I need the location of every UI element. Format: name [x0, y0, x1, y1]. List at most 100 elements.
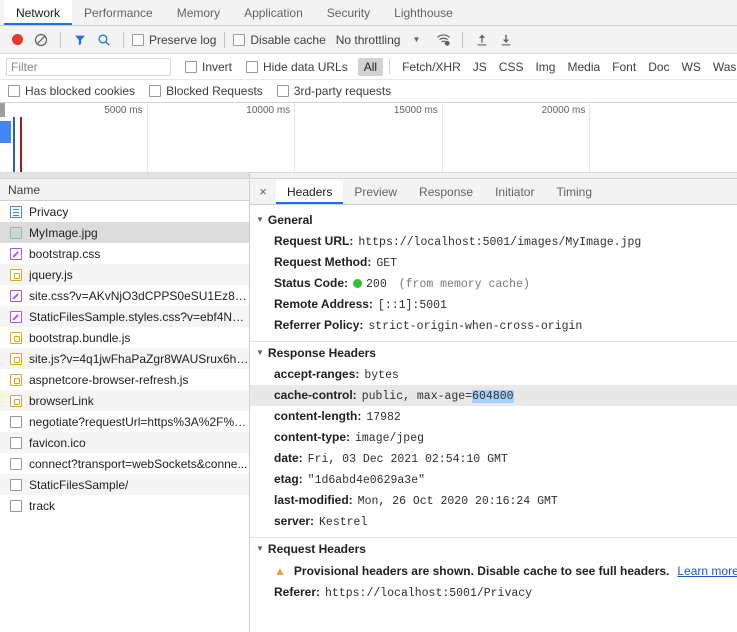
type-filter-all[interactable]: All [357, 57, 384, 76]
network-overview-timeline[interactable]: 5000 ms 10000 ms 15000 ms 20000 ms [0, 103, 737, 179]
disable-cache-checkbox[interactable]: Disable cache [233, 33, 326, 47]
chevron-down-icon[interactable]: ▼ [412, 35, 420, 44]
request-row-staticfilessample-styles-css[interactable]: StaticFilesSample.styles.css?v=ebf4NvV..… [0, 306, 249, 327]
request-row-negotiate[interactable]: negotiate?requestUrl=https%3A%2F%2... [0, 411, 249, 432]
tab-timing-label: Timing [556, 184, 593, 199]
type-filter-ws[interactable]: WS [676, 58, 707, 76]
request-name: aspnetcore-browser-refresh.js [29, 372, 189, 387]
preserve-log-label: Preserve log [149, 32, 217, 47]
invert-label: Invert [202, 59, 233, 74]
blocked-requests-label: Blocked Requests [166, 84, 263, 98]
tab-security[interactable]: Security [315, 0, 382, 25]
header-row-etag: etag: "1d6abd4e0629a3e" [250, 469, 737, 490]
overview-scrollbar-thumb[interactable] [0, 173, 250, 178]
type-filter-wasm[interactable]: Wasm [707, 58, 737, 76]
request-name: jquery.js [29, 267, 73, 282]
section-response-headers[interactable]: ▼ Response Headers [250, 342, 737, 364]
request-list-pane: Name Privacy MyImage.jpg bootstrap.css j… [0, 179, 250, 632]
type-filter-fetch-xhr[interactable]: Fetch/XHR [396, 58, 467, 76]
tab-network[interactable]: Network [4, 0, 73, 25]
request-name: StaticFilesSample/ [29, 477, 129, 492]
overview-scrollbar[interactable] [0, 172, 737, 178]
request-row-site-js[interactable]: site.js?v=4q1jwFhaPaZgr8WAUSrux6hA... [0, 348, 249, 369]
header-key: accept-ranges: [274, 367, 360, 381]
script-icon [10, 331, 22, 344]
header-row-accept-ranges: accept-ranges: bytes [250, 364, 737, 385]
request-name: bootstrap.css [29, 246, 101, 261]
type-filter-doc[interactable]: Doc [642, 58, 675, 76]
record-button[interactable] [6, 29, 28, 51]
request-row-privacy[interactable]: Privacy [0, 201, 249, 222]
type-filter-img[interactable]: Img [529, 58, 561, 76]
close-icon[interactable]: × [250, 179, 276, 204]
network-conditions-button[interactable] [432, 29, 454, 51]
request-row-myimage-jpg[interactable]: MyImage.jpg [0, 222, 249, 243]
request-row-track[interactable]: track [0, 495, 249, 516]
import-har-button[interactable] [471, 29, 493, 51]
section-general[interactable]: ▼ General [250, 209, 737, 231]
tab-response[interactable]: Response [408, 179, 484, 204]
header-value: public, max-age=604800 [362, 390, 514, 403]
request-row-bootstrap-css[interactable]: bootstrap.css [0, 243, 249, 264]
tab-timing[interactable]: Timing [545, 179, 603, 204]
resource-type-filters: All Fetch/XHR JS CSS Img Media Font Doc … [357, 57, 737, 76]
has-blocked-cookies-checkbox[interactable]: Has blocked cookies [8, 84, 135, 98]
hide-data-urls-checkbox[interactable]: Hide data URLs [246, 60, 348, 74]
type-filter-js[interactable]: JS [467, 58, 493, 76]
tab-performance[interactable]: Performance [72, 0, 165, 25]
cache-control-max-age-selected: 604800 [472, 390, 514, 403]
third-party-requests-label: 3rd-party requests [293, 84, 392, 98]
disable-cache-box [233, 33, 246, 46]
invert-checkbox[interactable]: Invert [185, 60, 232, 74]
third-party-requests-checkbox[interactable]: 3rd-party requests [276, 84, 392, 98]
status-badge: 200 [353, 278, 387, 291]
section-request-headers[interactable]: ▼ Request Headers [250, 538, 737, 560]
tab-memory[interactable]: Memory [165, 0, 232, 25]
request-row-jquery-js[interactable]: jquery.js [0, 264, 249, 285]
request-row-site-css[interactable]: site.css?v=AKvNjO3dCPPS0eSU1Ez8T2... [0, 285, 249, 306]
blocked-requests-checkbox[interactable]: Blocked Requests [149, 84, 263, 98]
overview-gridlines: 5000 ms 10000 ms 15000 ms 20000 ms [0, 103, 737, 178]
tab-headers[interactable]: Headers [276, 179, 344, 204]
tab-application[interactable]: Application [232, 0, 315, 25]
tab-initiator[interactable]: Initiator [484, 179, 545, 204]
toolbar-separator-2 [123, 31, 124, 48]
request-name: bootstrap.bundle.js [29, 330, 131, 345]
request-row-browserlink[interactable]: browserLink [0, 390, 249, 411]
clear-button[interactable] [30, 29, 52, 51]
request-list-body[interactable]: Privacy MyImage.jpg bootstrap.css jquery… [0, 201, 249, 632]
filter-toggle-button[interactable] [69, 29, 91, 51]
tab-preview[interactable]: Preview [343, 179, 408, 204]
tab-response-label: Response [419, 184, 474, 199]
devtools-window: Network Performance Memory Application S… [0, 0, 737, 632]
header-value: strict-origin-when-cross-origin [368, 320, 583, 333]
third-party-requests-box [276, 85, 289, 97]
learn-more-link[interactable]: Learn more [677, 564, 737, 578]
header-value: bytes [364, 369, 399, 382]
header-row-request-url: Request URL: https://localhost:5001/imag… [250, 231, 737, 252]
header-value: 17982 [366, 411, 401, 424]
generic-file-icon [10, 436, 22, 449]
request-row-aspnetcore-browser-refresh-js[interactable]: aspnetcore-browser-refresh.js [0, 369, 249, 390]
throttling-select[interactable]: No throttling [336, 33, 401, 47]
tab-lighthouse[interactable]: Lighthouse [382, 0, 465, 25]
search-button[interactable] [93, 29, 115, 51]
header-key: last-modified: [274, 493, 353, 507]
overview-tick-10000: 10000 ms [246, 105, 291, 116]
header-row-server: server: Kestrel [250, 511, 737, 532]
header-row-last-modified: last-modified: Mon, 26 Oct 2020 20:16:24… [250, 490, 737, 511]
header-key: Referrer Policy: [274, 318, 364, 332]
type-filter-font[interactable]: Font [606, 58, 642, 76]
overview-left-handle[interactable] [0, 103, 5, 117]
request-list-header[interactable]: Name [0, 179, 249, 201]
request-row-staticfilessample[interactable]: StaticFilesSample/ [0, 474, 249, 495]
request-row-favicon-ico[interactable]: favicon.ico [0, 432, 249, 453]
type-filter-css[interactable]: CSS [493, 58, 530, 76]
request-row-connect[interactable]: connect?transport=webSockets&conne... [0, 453, 249, 474]
filter-input[interactable] [6, 57, 171, 76]
tab-initiator-label: Initiator [495, 184, 535, 199]
type-filter-media[interactable]: Media [561, 58, 606, 76]
request-row-bootstrap-bundle-js[interactable]: bootstrap.bundle.js [0, 327, 249, 348]
export-har-button[interactable] [495, 29, 517, 51]
preserve-log-checkbox[interactable]: Preserve log [132, 33, 216, 47]
